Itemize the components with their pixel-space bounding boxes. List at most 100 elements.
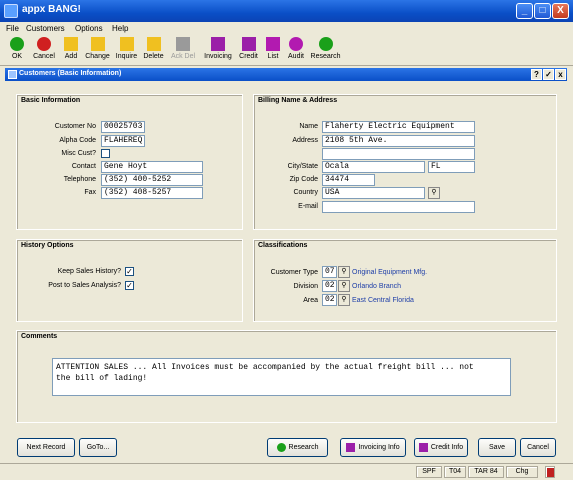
post-sales-analysis-checkbox[interactable]: ✓ [125, 281, 134, 290]
name-field[interactable]: Flaherty Electric Equipment [322, 121, 475, 133]
menu-customers[interactable]: Customers [26, 24, 65, 33]
child-window-title: Customers (Basic Information) [19, 70, 122, 77]
area-label: Area [303, 297, 318, 304]
research-icon [276, 442, 286, 452]
research-label: Research [288, 444, 319, 451]
country-field[interactable]: USA [322, 187, 425, 199]
fax-label: Fax [84, 189, 96, 196]
address-line1-field[interactable]: 2108 5th Ave. [322, 135, 475, 147]
status-mode: Chg [506, 466, 538, 478]
toolbar: OK Cancel Add Change Inquire Delete Ack Del Inv… [0, 36, 573, 66]
research-button[interactable]: Research [267, 438, 328, 457]
history-options-title: History Options [21, 242, 74, 249]
next-record-button[interactable]: Next Record [17, 438, 75, 457]
fax-field[interactable]: (352) 408-5257 [101, 187, 203, 199]
goto-button[interactable]: GoTo... [79, 438, 117, 457]
close-button[interactable]: X [552, 3, 569, 19]
ok-icon [10, 37, 24, 51]
audit-icon [289, 37, 303, 51]
accept-button[interactable]: ✓ [543, 69, 554, 80]
toolbar-credit-button[interactable]: Credit [236, 37, 261, 65]
status-spf: SPF [416, 466, 442, 478]
toolbar-ack-del-button[interactable]: Ack Del [168, 37, 198, 65]
invoicing-info-label: Invoicing Info [358, 444, 400, 451]
menu-file[interactable]: File [6, 24, 19, 33]
toolbar-invoicing-button[interactable]: Invoicing [202, 37, 234, 65]
toolbar-research-button[interactable]: Research [309, 37, 342, 65]
invoicing-icon [346, 442, 356, 452]
country-lookup-icon[interactable]: ⚲ [428, 187, 440, 199]
cancel-button[interactable]: Cancel [520, 438, 556, 457]
delete-folder-icon [146, 37, 161, 51]
name-label: Name [299, 123, 318, 130]
app-icon [4, 4, 18, 18]
change-folder-icon [90, 37, 105, 51]
credit-info-label: Credit Info [430, 444, 464, 451]
form-icon [8, 70, 17, 79]
child-close-button[interactable]: x [555, 69, 566, 80]
zip-code-field[interactable]: 34474 [322, 174, 375, 186]
list-icon [266, 37, 280, 51]
keep-sales-history-checkbox[interactable]: ✓ [125, 267, 134, 276]
toolbar-cancel-button[interactable]: Cancel [30, 37, 58, 65]
toolbar-label: Change [85, 53, 110, 60]
address-label: Address [292, 137, 318, 144]
toolbar-ok-button[interactable]: OK [6, 37, 28, 65]
customer-no-field[interactable]: 00025703 [101, 121, 145, 133]
invoicing-icon [211, 37, 225, 51]
state-field[interactable]: FL [428, 161, 475, 173]
maximize-button[interactable]: □ [534, 3, 551, 19]
toolbar-label: Audit [288, 53, 304, 60]
division-lookup-icon[interactable]: ⚲ [338, 280, 350, 292]
customer-type-field[interactable]: 07 [322, 266, 337, 278]
toolbar-label: Research [310, 53, 341, 60]
misc-cust-label: Misc Cust? [61, 150, 96, 157]
email-label: E-mail [298, 203, 318, 210]
area-description: East Central Florida [352, 297, 414, 304]
menu-help[interactable]: Help [112, 24, 128, 33]
toolbar-label: Delete [143, 53, 164, 60]
area-field[interactable]: 02 [322, 294, 337, 306]
toolbar-list-button[interactable]: List [264, 37, 282, 65]
misc-cust-checkbox[interactable] [101, 149, 110, 158]
comments-textarea[interactable]: ATTENTION SALES ... All Invoices must be… [52, 358, 511, 396]
contact-label: Contact [71, 163, 96, 170]
telephone-label: Telephone [63, 176, 96, 183]
classifications-panel: Classifications [253, 239, 557, 322]
cancel-label: Cancel [527, 444, 549, 451]
division-field[interactable]: 02 [322, 280, 337, 292]
contact-field[interactable]: Gene Hoyt [101, 161, 203, 173]
alpha-code-label: Alpha Code [59, 137, 96, 144]
email-field[interactable] [322, 201, 475, 213]
toolbar-audit-button[interactable]: Audit [285, 37, 307, 65]
comment-line-1: ATTENTION SALES ... All Invoices must be… [56, 363, 474, 372]
toolbar-delete-button[interactable]: Delete [141, 37, 166, 65]
area-lookup-icon[interactable]: ⚲ [338, 294, 350, 306]
invoicing-info-button[interactable]: Invoicing Info [340, 438, 406, 457]
cancel-icon [37, 37, 51, 51]
toolbar-label: Invoicing [204, 53, 232, 60]
address-line2-field[interactable] [322, 148, 475, 160]
ack-delete-icon [176, 37, 190, 51]
telephone-field[interactable]: (352) 400-5252 [101, 174, 203, 186]
minimize-button[interactable]: _ [516, 3, 533, 19]
toolbar-inquire-button[interactable]: Inquire [114, 37, 139, 65]
city-field[interactable]: Ocala [322, 161, 425, 173]
status-bar: SPF T04 TAR 84 Chg [0, 463, 573, 480]
save-button[interactable]: Save [478, 438, 516, 457]
keep-sales-history-label: Keep Sales History? [57, 268, 121, 275]
alpha-code-field[interactable]: FLAHEREQ [101, 135, 145, 147]
customer-type-lookup-icon[interactable]: ⚲ [338, 266, 350, 278]
division-description: Orlando Branch [352, 283, 402, 290]
credit-info-button[interactable]: Credit Info [414, 438, 468, 457]
goto-label: GoTo... [86, 444, 110, 451]
basic-information-title: Basic Information [21, 97, 81, 104]
toolbar-add-button[interactable]: Add [61, 37, 81, 65]
toolbar-change-button[interactable]: Change [83, 37, 112, 65]
help-button[interactable]: ? [531, 69, 542, 80]
next-record-label: Next Record [26, 444, 66, 451]
menu-bar: File Customers Options Help [0, 22, 573, 36]
customer-no-label: Customer No [54, 123, 96, 130]
menu-options[interactable]: Options [75, 24, 103, 33]
toolbar-label: Inquire [115, 53, 138, 60]
